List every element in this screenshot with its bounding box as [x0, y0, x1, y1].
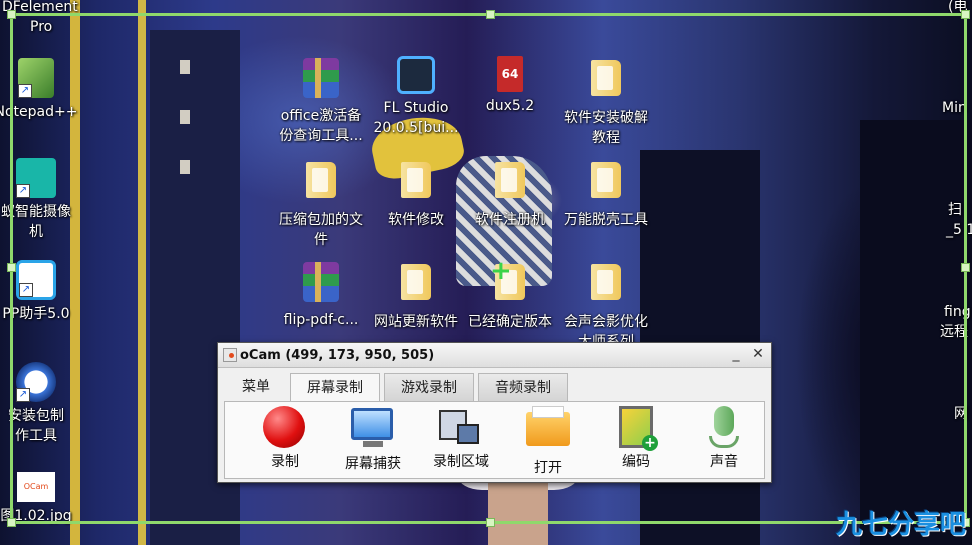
- resize-handle-right[interactable]: [961, 263, 970, 272]
- ocam-titlebar[interactable]: oCam (499, 173, 950, 505) _ ✕: [218, 343, 771, 368]
- record-icon: [263, 406, 307, 450]
- tool-label: 屏幕捕获: [345, 456, 401, 472]
- watermark-logo: 九七分享吧: [835, 510, 966, 540]
- tab-game-recording[interactable]: 游戏录制: [384, 373, 474, 401]
- open-button[interactable]: 打开: [505, 406, 591, 476]
- resize-handle-bottom-left[interactable]: [7, 518, 16, 527]
- ocam-window: oCam (499, 173, 950, 505) _ ✕ 菜单 屏幕录制 游戏…: [217, 342, 772, 483]
- tool-label: 录制区域: [433, 454, 489, 470]
- close-button[interactable]: ✕: [749, 346, 767, 362]
- screen-capture-button[interactable]: 屏幕捕获: [330, 406, 416, 476]
- tab-audio-recording[interactable]: 音频录制: [478, 373, 568, 401]
- record-area-icon: [439, 406, 483, 450]
- resize-handle-left[interactable]: [7, 263, 16, 272]
- minimize-button[interactable]: _: [727, 346, 745, 362]
- record-button[interactable]: 录制: [242, 406, 328, 476]
- tool-label: 声音: [710, 454, 738, 470]
- resize-handle-top-right[interactable]: [961, 10, 970, 19]
- screen-capture-icon: [351, 408, 395, 452]
- tool-label: 编码: [622, 454, 650, 470]
- tab-menu[interactable]: 菜单: [224, 373, 288, 401]
- sound-button[interactable]: 声音: [681, 406, 767, 476]
- ocam-app-icon: [223, 348, 237, 362]
- resize-handle-top[interactable]: [486, 10, 495, 19]
- resize-handle-bottom[interactable]: [486, 518, 495, 527]
- record-area-button[interactable]: 录制区域: [418, 406, 504, 476]
- ocam-tab-bar: 菜单 屏幕录制 游戏录制 音频录制: [224, 373, 765, 403]
- codec-button[interactable]: + 编码: [593, 406, 679, 476]
- microphone-icon: [702, 406, 746, 450]
- window-title: oCam (499, 173, 950, 505): [240, 347, 435, 363]
- tool-label: 打开: [534, 460, 562, 476]
- tool-label: 录制: [271, 454, 299, 470]
- open-folder-icon: [526, 406, 570, 456]
- resize-handle-top-left[interactable]: [7, 10, 16, 19]
- codec-icon: +: [614, 406, 658, 451]
- tab-screen-recording[interactable]: 屏幕录制: [290, 373, 380, 403]
- ocam-toolbar-panel: 录制 屏幕捕获 录制区域 打开 + 编码 声音: [224, 401, 765, 479]
